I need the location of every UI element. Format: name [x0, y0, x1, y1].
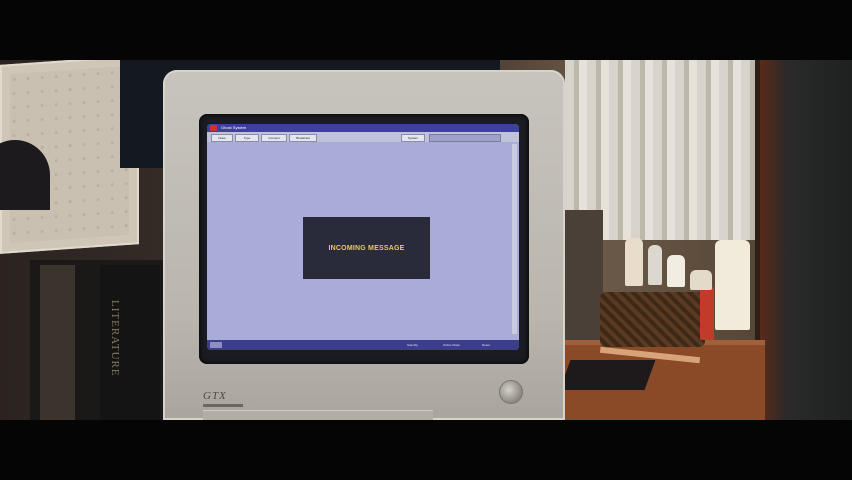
status-item-standby[interactable]: Standby	[407, 342, 427, 348]
toolbar-button-connect[interactable]: Connect	[261, 134, 287, 142]
crt-monitor: Ghost System Draw Type Connect Broadcast…	[163, 70, 565, 420]
bottle	[625, 238, 643, 286]
letterbox-top	[0, 0, 852, 60]
red-bottle	[700, 285, 714, 340]
status-item-online-mode[interactable]: Online Mode	[443, 342, 471, 348]
desk-mat	[559, 360, 656, 390]
jar	[690, 270, 712, 290]
toolbar-button-system[interactable]: System	[401, 134, 425, 142]
window-toolbar: Draw Type Connect Broadcast System	[207, 132, 519, 142]
book-spine-text: LITERATURE	[109, 300, 121, 377]
monitor-brand-logo: GTX	[203, 390, 227, 402]
chair-back	[760, 60, 852, 420]
book	[40, 265, 75, 420]
app-icon[interactable]	[210, 125, 217, 131]
toolbar-button-type[interactable]: Type	[235, 134, 259, 142]
toolbar-button-draw[interactable]: Draw	[211, 134, 233, 142]
room-scene: LITERATURE Ghost System Draw Type Connec…	[0, 60, 852, 420]
monitor-bezel: Ghost System Draw Type Connect Broadcast…	[199, 114, 529, 364]
status-item-reset[interactable]: Reset	[482, 342, 500, 348]
storage-tube	[563, 210, 603, 355]
toolbar-field[interactable]	[429, 134, 501, 142]
window-titlebar: Ghost System	[207, 124, 519, 132]
power-button[interactable]	[499, 380, 523, 404]
toolbar-button-broadcast[interactable]: Broadcast	[289, 134, 317, 142]
status-indicator	[210, 342, 222, 348]
bottle	[667, 255, 685, 287]
monitor-base	[203, 410, 433, 420]
window-title: Ghost System	[221, 125, 247, 130]
status-bar: Standby Online Mode Reset	[207, 340, 519, 350]
vertical-scrollbar[interactable]	[512, 144, 517, 334]
wicker-basket	[600, 292, 705, 347]
alert-message: INCOMING MESSAGE	[328, 244, 405, 252]
monitor-screen: Ghost System Draw Type Connect Broadcast…	[207, 124, 519, 350]
incoming-message-dialog[interactable]: INCOMING MESSAGE	[303, 217, 430, 279]
bottle	[648, 245, 662, 285]
letterbox-bottom	[0, 420, 852, 480]
brand-underline	[203, 404, 243, 407]
lotion-bottle	[715, 240, 750, 330]
